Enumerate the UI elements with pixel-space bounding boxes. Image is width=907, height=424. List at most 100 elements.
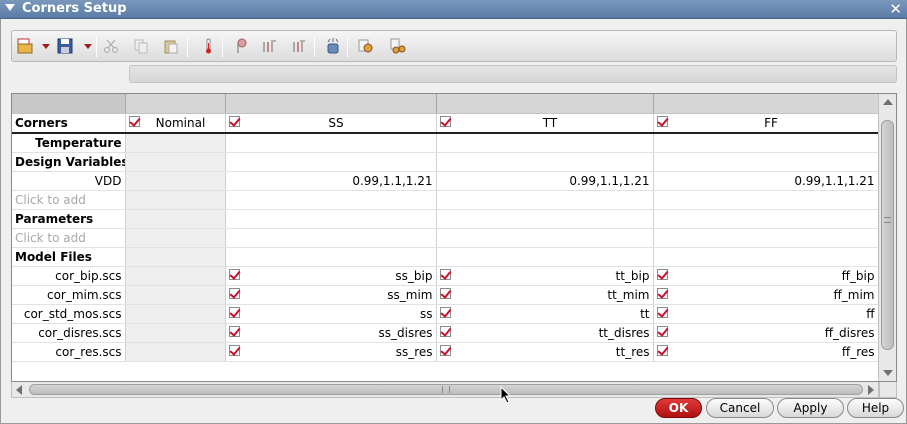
horizontal-scroll-thumb[interactable] bbox=[29, 384, 863, 395]
table-cell[interactable] bbox=[125, 132, 226, 153]
table-cell bbox=[125, 228, 226, 248]
model-section-cell[interactable]: ff_bip bbox=[653, 266, 879, 286]
model-section-cell[interactable]: tt bbox=[436, 304, 654, 324]
vdd-row: VDD 0.99,1.1,1.21 0.99,1.1,1.21 0.99,1.1… bbox=[12, 171, 879, 191]
table-cell[interactable] bbox=[436, 132, 654, 153]
scroll-right-icon[interactable] bbox=[868, 385, 874, 395]
toolbar-separator bbox=[347, 37, 348, 57]
settings-button[interactable] bbox=[355, 35, 377, 57]
model-checkbox[interactable] bbox=[228, 345, 240, 356]
model-section-cell[interactable]: ss_res bbox=[225, 342, 437, 362]
model-section-cell[interactable]: ss_bip bbox=[225, 266, 437, 286]
vertical-scrollbar[interactable] bbox=[878, 94, 896, 381]
csv-save-icon bbox=[57, 38, 73, 54]
model-checkbox[interactable] bbox=[439, 345, 451, 356]
model-section-value: tt_bip bbox=[615, 268, 650, 283]
model-checkbox[interactable] bbox=[656, 288, 668, 299]
scroll-left-icon[interactable] bbox=[16, 385, 22, 395]
multi-settings-icon bbox=[390, 38, 406, 54]
close-icon[interactable]: ✕ bbox=[889, 0, 902, 18]
model-checkbox[interactable] bbox=[439, 269, 451, 280]
table-cell bbox=[125, 266, 226, 286]
csv-open-button[interactable] bbox=[14, 35, 36, 57]
paste-button[interactable] bbox=[160, 35, 182, 57]
temperature-button[interactable] bbox=[197, 35, 219, 57]
model-section-cell[interactable]: tt_res bbox=[436, 342, 654, 362]
column-header-nominal[interactable] bbox=[125, 94, 226, 114]
window-menu-icon[interactable] bbox=[5, 4, 15, 11]
column-header-ff[interactable] bbox=[653, 94, 879, 114]
tt-checkbox[interactable] bbox=[439, 116, 451, 127]
vdd-ff-value[interactable]: 0.99,1.1,1.21 bbox=[653, 171, 879, 191]
apply-button[interactable]: Apply bbox=[777, 398, 844, 418]
window-title: Corners Setup bbox=[22, 1, 127, 16]
cut-button[interactable] bbox=[100, 35, 122, 57]
table-cell bbox=[225, 228, 437, 248]
add-model-file-button[interactable] bbox=[322, 35, 344, 57]
model-section-cell[interactable]: ss bbox=[225, 304, 437, 324]
model-checkbox[interactable] bbox=[656, 269, 668, 280]
model-section-cell[interactable]: tt_disres bbox=[436, 323, 654, 343]
nominal-checkbox[interactable] bbox=[128, 116, 140, 127]
model-section-value: ss_disres bbox=[378, 325, 433, 340]
column-header-ss[interactable] bbox=[225, 94, 437, 114]
table-cell bbox=[125, 342, 226, 362]
vertical-scroll-thumb[interactable] bbox=[881, 120, 894, 350]
model-section-cell[interactable]: ff_disres bbox=[653, 323, 879, 343]
csv-save-button[interactable] bbox=[54, 35, 76, 57]
help-button[interactable]: Help bbox=[847, 398, 904, 418]
ss-checkbox[interactable] bbox=[228, 116, 240, 127]
model-section-cell[interactable]: ff_res bbox=[653, 342, 879, 362]
toolbar-separator bbox=[187, 37, 188, 57]
corner-name: FF bbox=[764, 115, 778, 130]
table-cell[interactable] bbox=[125, 171, 226, 191]
mouse-cursor-icon bbox=[500, 386, 512, 404]
multi-settings-button[interactable] bbox=[387, 35, 409, 57]
model-checkbox[interactable] bbox=[439, 288, 451, 299]
cancel-button[interactable]: Cancel bbox=[706, 398, 774, 418]
click-to-add-variable[interactable]: Click to add bbox=[12, 190, 126, 210]
model-checkbox[interactable] bbox=[439, 326, 451, 337]
table-cell bbox=[125, 209, 226, 229]
add-variable-button[interactable] bbox=[230, 35, 252, 57]
corners-setup-window: Corners Nominal SS TT FF Temperature Des… bbox=[0, 19, 907, 424]
model-files-row: Model Files bbox=[12, 247, 879, 267]
corner-header-cell bbox=[12, 94, 126, 114]
table-cell[interactable] bbox=[653, 132, 879, 153]
csv-save-dropdown-icon[interactable] bbox=[84, 44, 92, 49]
table-row: cor_std_mos.scs ss tt ff bbox=[12, 304, 879, 324]
model-checkbox[interactable] bbox=[656, 307, 668, 318]
copy-button[interactable] bbox=[130, 35, 152, 57]
remove-parameter-button[interactable] bbox=[288, 35, 310, 57]
ok-button[interactable]: OK bbox=[655, 398, 702, 418]
vdd-tt-value[interactable]: 0.99,1.1,1.21 bbox=[436, 171, 654, 191]
parameters-row: Parameters bbox=[12, 209, 879, 229]
model-section-cell[interactable]: ff_mim bbox=[653, 285, 879, 305]
model-section-value: ss_mim bbox=[387, 287, 433, 302]
scroll-up-icon[interactable] bbox=[883, 99, 893, 105]
model-checkbox[interactable] bbox=[439, 307, 451, 318]
csv-open-dropdown-icon[interactable] bbox=[42, 44, 50, 49]
model-section-cell[interactable]: ff bbox=[653, 304, 879, 324]
model-checkbox[interactable] bbox=[656, 326, 668, 337]
ff-checkbox[interactable] bbox=[656, 116, 668, 127]
model-section-cell[interactable]: tt_bip bbox=[436, 266, 654, 286]
table-cell bbox=[225, 190, 437, 210]
model-checkbox[interactable] bbox=[228, 288, 240, 299]
remove-parameter-icon bbox=[293, 40, 305, 52]
add-parameter-button[interactable] bbox=[258, 35, 280, 57]
table-cell[interactable] bbox=[225, 132, 437, 153]
click-to-add-parameter[interactable]: Click to add bbox=[12, 228, 126, 248]
vdd-ss-value[interactable]: 0.99,1.1,1.21 bbox=[225, 171, 437, 191]
model-section-cell[interactable]: ss_disres bbox=[225, 323, 437, 343]
scroll-down-icon[interactable] bbox=[883, 370, 893, 376]
model-section-cell[interactable]: tt_mim bbox=[436, 285, 654, 305]
horizontal-scrollbar[interactable] bbox=[11, 382, 879, 398]
model-checkbox[interactable] bbox=[656, 345, 668, 356]
column-header-tt[interactable] bbox=[436, 94, 654, 114]
model-section-cell[interactable]: ss_mim bbox=[225, 285, 437, 305]
model-checkbox[interactable] bbox=[228, 269, 240, 280]
model-checkbox[interactable] bbox=[228, 307, 240, 318]
model-section-value: ff_disres bbox=[824, 325, 875, 340]
model-checkbox[interactable] bbox=[228, 326, 240, 337]
